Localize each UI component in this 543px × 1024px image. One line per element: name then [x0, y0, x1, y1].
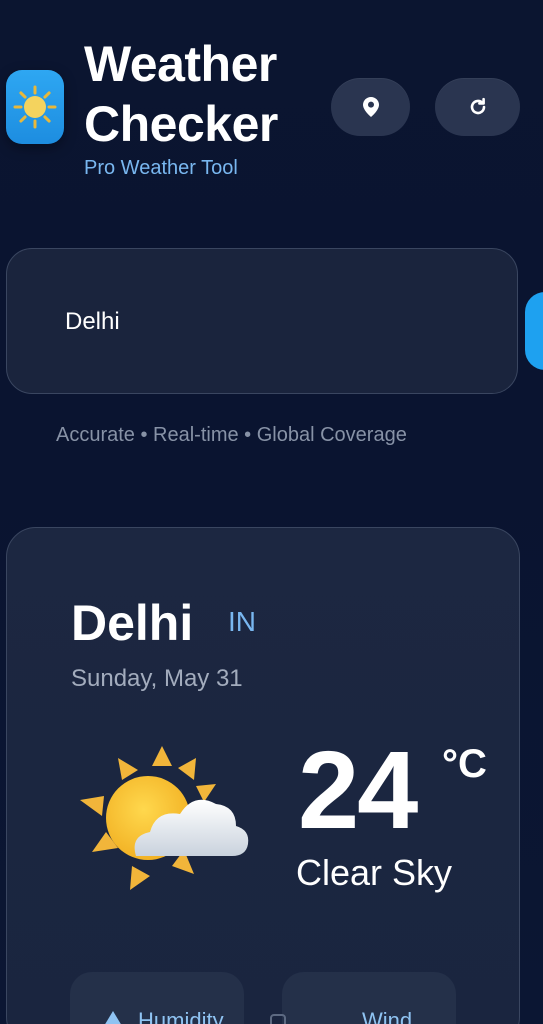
tagline: Accurate • Real-time • Global Coverage	[56, 424, 407, 446]
temperature-unit: °C	[442, 742, 487, 786]
location-pin-icon	[362, 97, 379, 117]
refresh-icon	[470, 97, 485, 115]
app-title: Weather Checker	[84, 34, 324, 154]
city-name: Delhi	[71, 595, 194, 651]
search-box[interactable]	[6, 248, 518, 394]
droplet-icon	[105, 1011, 121, 1024]
app-title-line2: Checker	[84, 96, 278, 152]
sun-behind-cloud-icon	[80, 746, 249, 890]
refresh-button[interactable]	[435, 78, 520, 136]
location-button[interactable]	[331, 78, 410, 136]
search-submit-button[interactable]	[525, 292, 543, 370]
wind-icon	[270, 1014, 286, 1024]
city-search-input[interactable]	[63, 299, 487, 345]
temperature-value: 24	[298, 729, 418, 852]
app-logo	[6, 70, 64, 144]
app-title-line1: Weather	[84, 36, 277, 92]
app-subtitle: Pro Weather Tool	[84, 157, 238, 179]
sun-icon	[13, 85, 57, 129]
weather-condition: Clear Sky	[296, 852, 453, 893]
weather-date: Sunday, May 31	[71, 665, 243, 692]
country-code: IN	[228, 606, 256, 637]
humidity-label: Humidity	[138, 1008, 224, 1024]
wind-label: Wind	[362, 1008, 413, 1024]
weather-condition-icon	[76, 744, 252, 894]
